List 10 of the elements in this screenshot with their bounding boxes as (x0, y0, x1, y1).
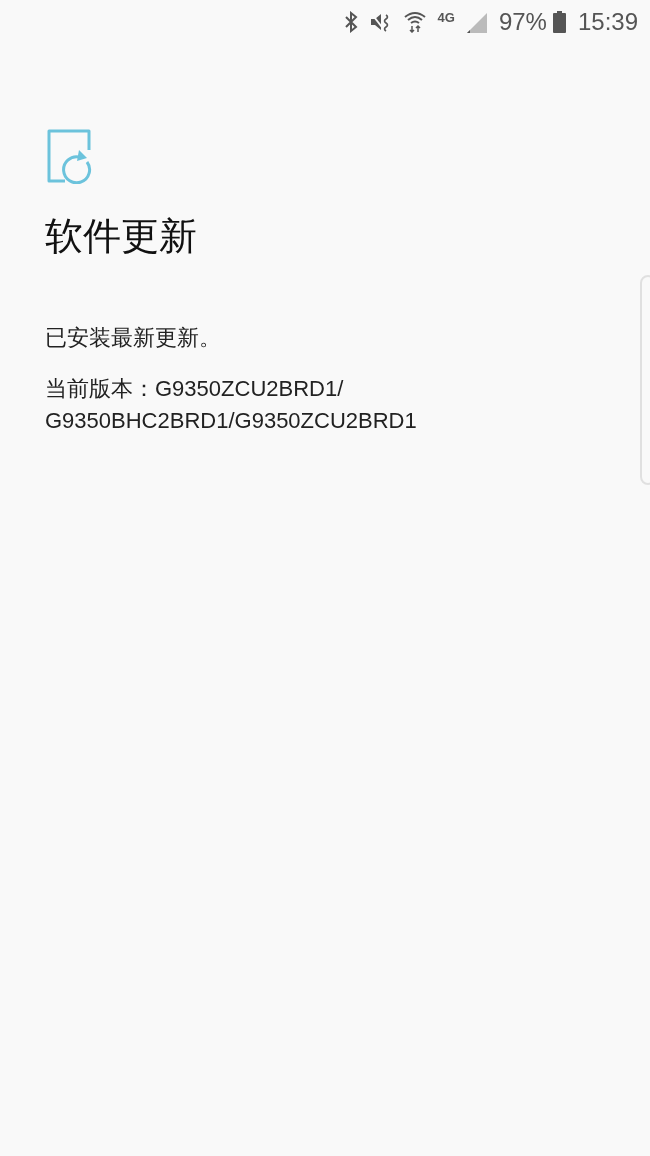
page-title: 软件更新 (45, 214, 198, 259)
signal-icon (466, 11, 487, 33)
bluetooth-icon (343, 11, 358, 33)
clock-time: 15:39 (577, 7, 638, 37)
battery-icon (552, 11, 566, 33)
battery-percentage: 97% (498, 7, 547, 37)
current-version-text: 当前版本：G9350ZCU2BRD1/G9350BHC2BRD1/G9350ZCU2BRD1 (45, 375, 418, 436)
network-type-label: 4G (437, 9, 455, 27)
status-message: 已安装最新更新。 (45, 323, 222, 352)
wifi-icon (403, 11, 426, 33)
